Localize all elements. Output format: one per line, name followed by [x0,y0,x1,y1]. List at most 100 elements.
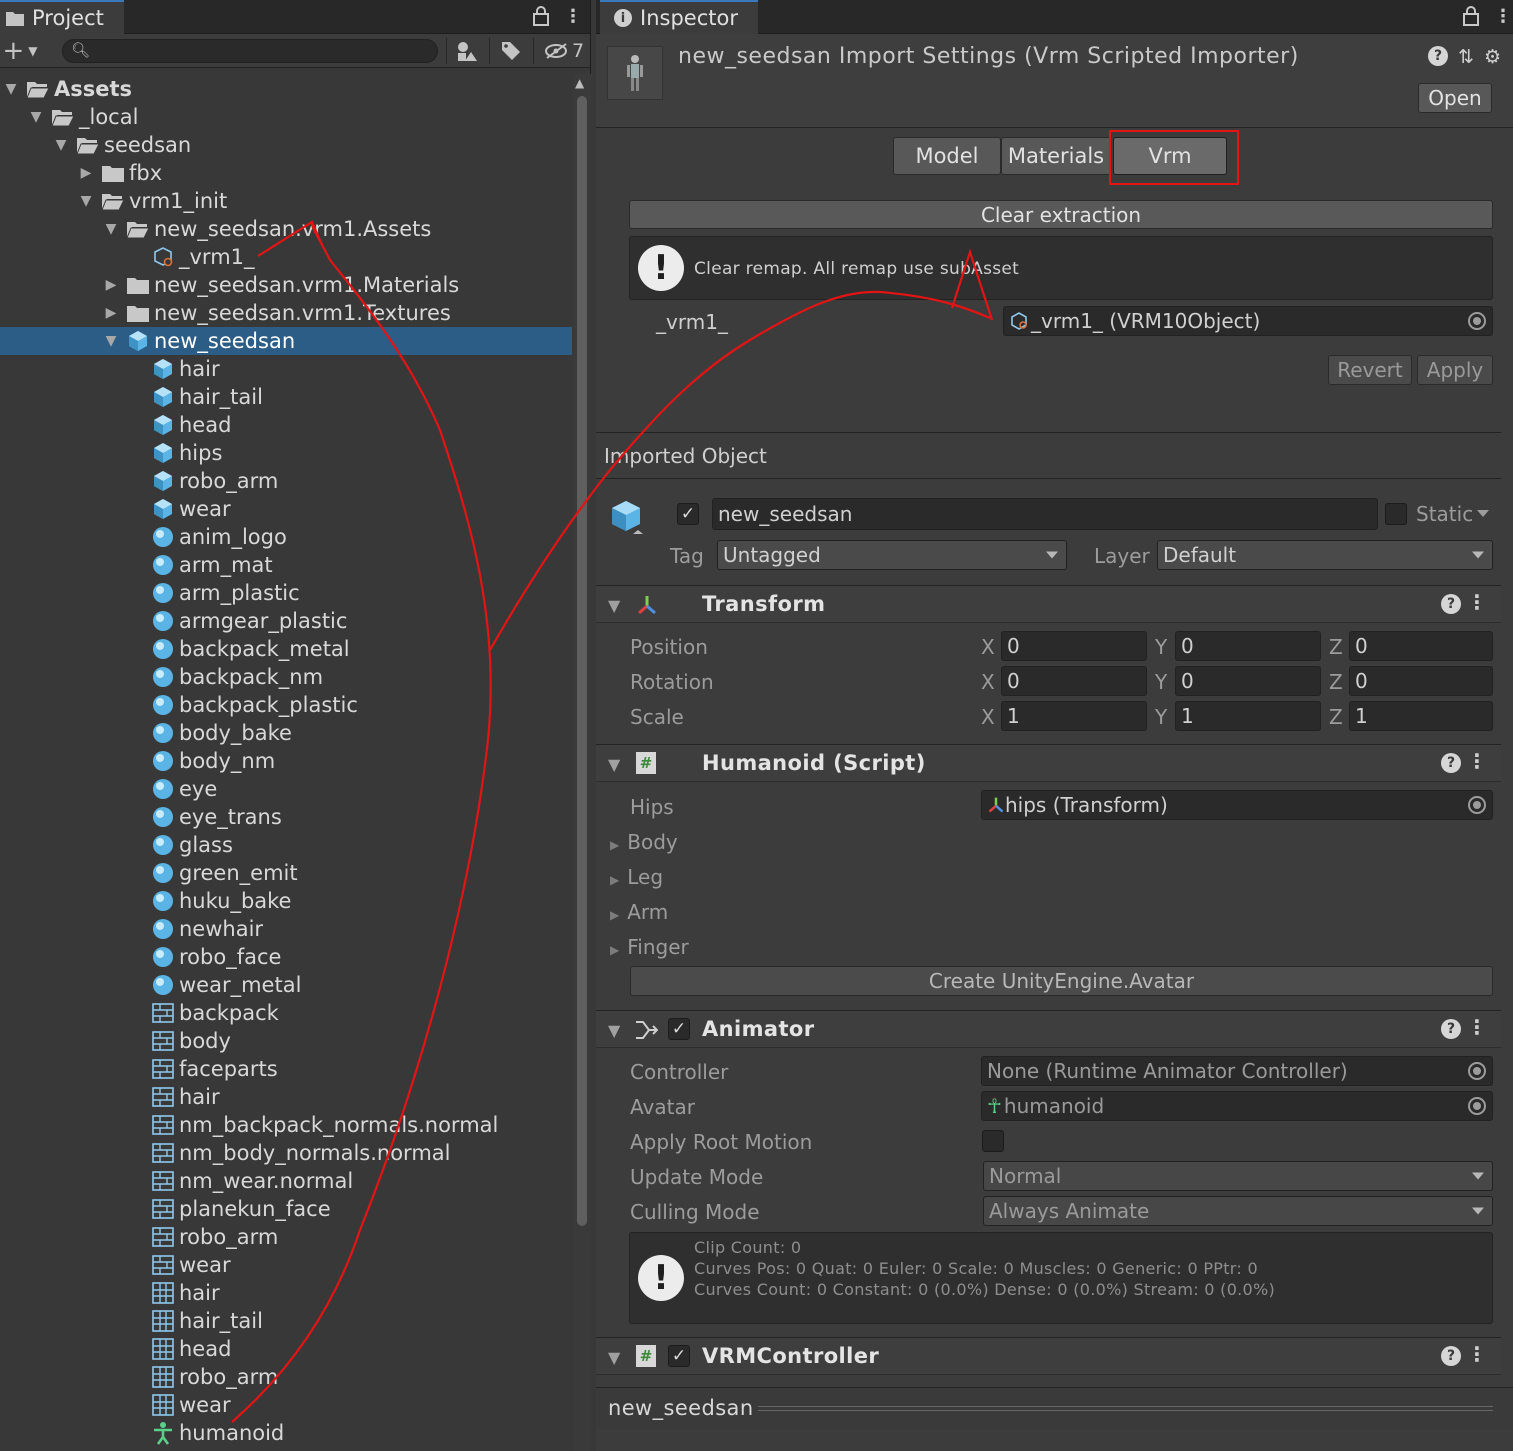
tree-item[interactable]: ▶wear [0,1391,572,1419]
tab-model[interactable]: Model [893,137,1001,175]
help-icon[interactable]: ? [1428,46,1449,66]
tree-item[interactable]: ▶ new_seedsan.vrm1.Textures [0,299,572,327]
fold-right-icon[interactable]: ▶ [102,277,120,293]
vrmcontroller-enabled-checkbox[interactable]: ✓ [668,1345,690,1367]
animator-enabled-checkbox[interactable]: ✓ [668,1018,690,1040]
scale-y-field[interactable]: 1 [1175,701,1321,731]
tree-item[interactable]: ▶backpack_metal [0,635,572,663]
tree-item[interactable]: ▶robo_arm [0,1363,572,1391]
fold-right-icon[interactable]: ▶ [102,305,120,321]
tree-item[interactable]: ▶ new_seedsan.vrm1.Materials [0,271,572,299]
scroll-up-icon[interactable]: ▲ [575,76,584,90]
tree-item[interactable]: ▶planekun_face [0,1195,572,1223]
hips-object-field[interactable]: hips (Transform) [981,790,1493,820]
humanoid-component-header[interactable]: ▼ # Humanoid (Script) ? ⋮ [596,744,1501,782]
fold-down-icon[interactable]: ▼ [102,333,120,349]
apply-root-motion-checkbox[interactable] [982,1130,1004,1152]
position-x-field[interactable]: 0 [1001,631,1147,661]
tree-item[interactable]: ▶humanoid [0,1419,572,1447]
update-mode-dropdown[interactable]: Normal [983,1161,1493,1191]
tree-item[interactable]: ▶nm_backpack_normals.normal [0,1111,572,1139]
project-scrollbar[interactable]: ▲ [573,74,591,1451]
tree-item[interactable]: ▶backpack_nm [0,663,572,691]
tree-item[interactable]: ▶arm_mat [0,551,572,579]
help-icon[interactable]: ? [1441,594,1461,614]
tree-item[interactable]: ▶body [0,1027,572,1055]
search-input[interactable]: 🔍︎ [62,39,438,63]
static-dropdown-icon[interactable] [1477,510,1489,517]
kebab-menu-icon[interactable]: ⋮ [1494,6,1512,27]
tree-item[interactable]: ▶hair [0,1083,572,1111]
help-icon[interactable]: ? [1441,753,1461,773]
open-button[interactable]: Open [1418,83,1492,113]
tree-item[interactable]: ▼ new_seedsan [0,327,572,355]
position-y-field[interactable]: 0 [1175,631,1321,661]
gameobject-icon[interactable] [608,498,648,544]
rotation-z-field[interactable]: 0 [1349,666,1493,696]
object-picker-icon[interactable] [1468,312,1486,330]
preview-drag-handle[interactable] [758,1406,1493,1411]
tree-item[interactable]: ▼ seedsan [0,131,572,159]
scrollbar-thumb[interactable] [577,96,587,1226]
tree-item[interactable]: ▶ fbx [0,159,572,187]
create-button[interactable]: + ▼ [0,36,40,66]
animator-component-header[interactable]: ▼ ✓ Animator ? ⋮ [596,1010,1501,1048]
rotation-y-field[interactable]: 0 [1175,666,1321,696]
tree-item[interactable]: ▶head [0,411,572,439]
help-icon[interactable]: ? [1441,1019,1461,1039]
tree-item[interactable]: ▶glass [0,831,572,859]
object-name-field[interactable]: new_seedsan [712,498,1378,530]
transform-component-header[interactable]: ▼ Transform ? ⋮ [596,585,1501,623]
tree-item[interactable]: ▶huku_bake [0,887,572,915]
tag-dropdown[interactable]: Untagged [717,540,1067,570]
scale-z-field[interactable]: 1 [1349,701,1493,731]
tree-item[interactable]: ▶backpack_plastic [0,691,572,719]
object-picker-icon[interactable] [1468,1062,1486,1080]
kebab-menu-icon[interactable]: ⋮ [1467,1342,1487,1366]
fold-down-icon[interactable]: ▼ [608,755,620,774]
tab-materials[interactable]: Materials [1001,137,1111,175]
tree-item[interactable]: ▶hips [0,439,572,467]
foldout-body[interactable]: ▶ Body [610,830,678,854]
static-label[interactable]: Static [1416,502,1473,526]
inspector-tab[interactable]: i Inspector [600,0,758,34]
fold-down-icon[interactable]: ▼ [2,81,20,97]
tree-item[interactable]: ▶wear [0,1251,572,1279]
lock-icon[interactable] [1463,6,1479,31]
rotation-x-field[interactable]: 0 [1001,666,1147,696]
tree-item[interactable]: ▶anim_logo [0,523,572,551]
preset-icon[interactable]: ⇅ [1458,46,1474,68]
lock-icon[interactable] [533,6,549,31]
tree-item[interactable]: ▶faceparts [0,1055,572,1083]
clear-extraction-button[interactable]: Clear extraction [629,200,1493,229]
tree-item[interactable]: ▼ Assets [0,75,572,103]
controller-object-field[interactable]: None (Runtime Animator Controller) [981,1056,1493,1086]
fold-down-icon[interactable]: ▼ [102,221,120,237]
tree-item[interactable]: ▶robo_face [0,943,572,971]
foldout-arm[interactable]: ▶ Arm [610,900,668,924]
tree-item[interactable]: ▶green_emit [0,859,572,887]
tree-item[interactable]: ▶wear_metal [0,971,572,999]
tree-item[interactable]: ▶armgear_plastic [0,607,572,635]
tree-item[interactable]: ▶wear [0,495,572,523]
gear-icon[interactable]: ⚙ [1484,46,1501,68]
tree-item[interactable]: ▶eye [0,775,572,803]
kebab-menu-icon[interactable]: ⋮ [1467,749,1487,773]
foldout-finger[interactable]: ▶ Finger [610,935,689,959]
fold-down-icon[interactable]: ▼ [77,193,95,209]
avatar-object-field[interactable]: ☥ humanoid [981,1091,1493,1121]
fold-down-icon[interactable]: ▼ [608,1348,620,1367]
tree-item[interactable]: ▶robo_arm [0,1223,572,1251]
tree-item[interactable]: ▶nm_wear.normal [0,1167,572,1195]
remap-object-field[interactable]: _vrm1_ (VRM10Object) [1003,306,1493,336]
tree-item[interactable]: ▶hair [0,1279,572,1307]
static-checkbox[interactable] [1385,503,1407,525]
tree-item[interactable]: ▼ _local [0,103,572,131]
kebab-menu-icon[interactable]: ⋮ [1467,1015,1487,1039]
kebab-menu-icon[interactable]: ⋮ [1467,590,1487,614]
active-checkbox[interactable]: ✓ [677,503,699,525]
culling-mode-dropdown[interactable]: Always Animate [983,1196,1493,1226]
tree-item[interactable]: ▶body_nm [0,747,572,775]
revert-button[interactable]: Revert [1328,355,1412,385]
tree-item[interactable]: ▶hair_tail [0,383,572,411]
